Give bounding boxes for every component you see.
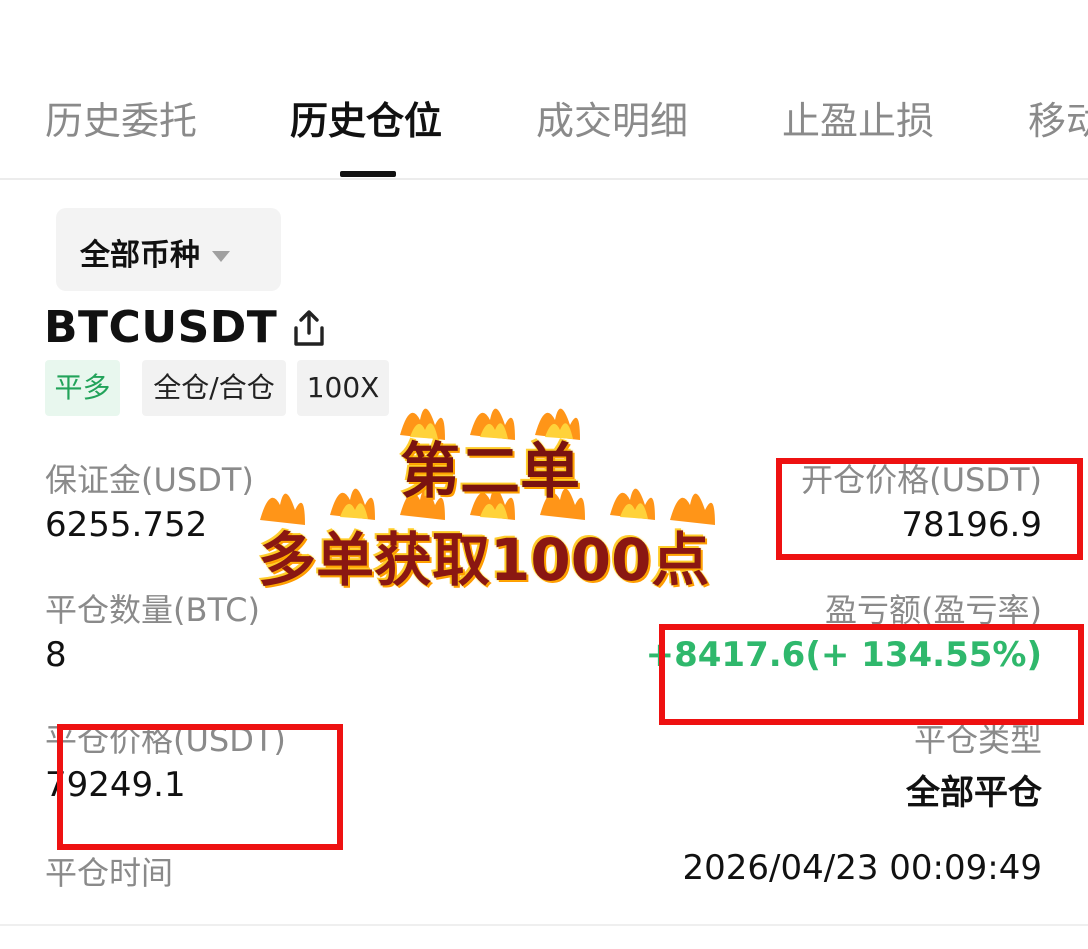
close-qty-label: 平仓数量(BTC) xyxy=(45,591,260,629)
tab-tp-sl[interactable]: 止盈止损 xyxy=(782,90,934,145)
side-badge: 平多 xyxy=(45,360,120,416)
highlight-box-pnl xyxy=(659,624,1084,725)
margin-label: 保证金(USDT) xyxy=(45,461,254,499)
highlight-box-open-price xyxy=(776,458,1083,560)
close-time-label: 平仓时间 xyxy=(45,854,174,892)
banner-title-line2: 多单获取1000点 xyxy=(258,526,710,594)
card-divider xyxy=(0,924,1088,926)
highlight-box-close-price xyxy=(57,724,343,850)
active-tab-indicator xyxy=(340,171,396,177)
tab-position-history[interactable]: 历史仓位 xyxy=(290,90,442,145)
caret-down-icon xyxy=(212,251,230,262)
tab-bar: 历史委托 历史仓位 成交明细 止盈止损 移动 xyxy=(0,0,1088,180)
promo-banner-overlay: 第二单 多单获取1000点 xyxy=(250,395,730,595)
close-time-value: 2026/04/23 00:09:49 xyxy=(682,848,1042,888)
close-type-value: 全部平仓 xyxy=(906,773,1042,813)
coin-filter-dropdown[interactable]: 全部币种 xyxy=(56,208,281,291)
share-icon[interactable] xyxy=(290,309,328,349)
banner-title-line1: 第二单 xyxy=(400,437,580,507)
symbol-title: BTCUSDT xyxy=(44,302,278,353)
coin-filter-label: 全部币种 xyxy=(80,238,200,273)
close-qty-value: 8 xyxy=(45,635,67,675)
tab-trailing[interactable]: 移动 xyxy=(1028,90,1088,145)
margin-value: 6255.752 xyxy=(45,505,208,545)
tab-order-history[interactable]: 历史委托 xyxy=(45,90,197,145)
tab-trade-details[interactable]: 成交明细 xyxy=(536,90,688,145)
